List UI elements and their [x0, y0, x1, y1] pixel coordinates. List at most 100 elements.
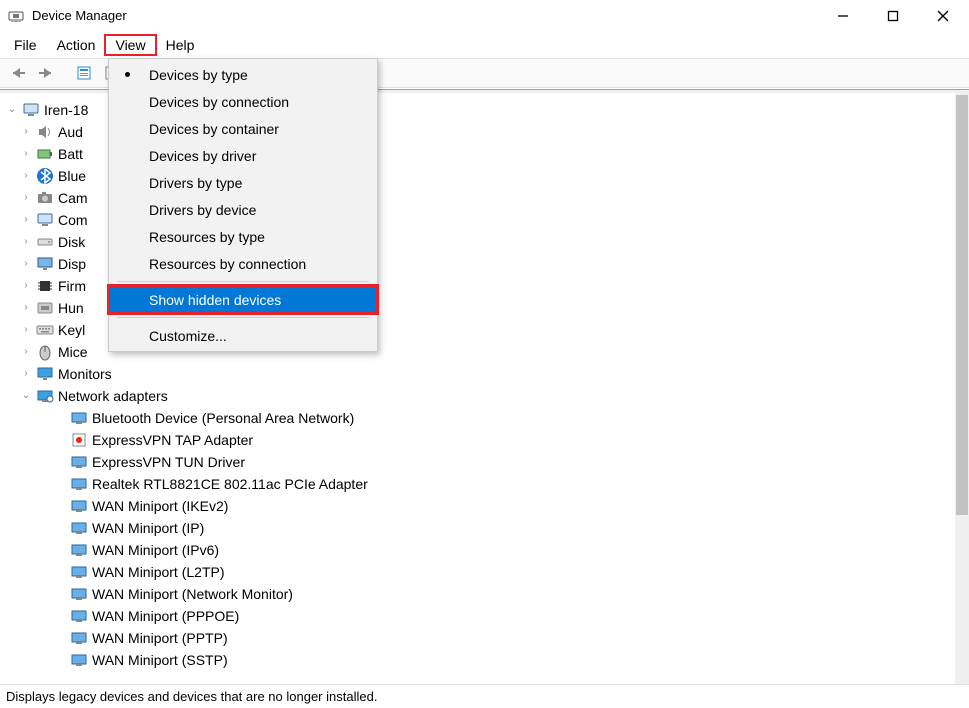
expander-icon[interactable]: ›	[18, 319, 34, 341]
minimize-button[interactable]	[829, 2, 857, 30]
tree-device[interactable]: ExpressVPN TAP Adapter	[52, 429, 965, 451]
menu-bar: File Action View Help	[0, 32, 969, 58]
display-icon	[36, 255, 54, 273]
scrollbar-thumb[interactable]	[956, 95, 968, 515]
tree-category-label: Hun	[58, 297, 84, 319]
computer-icon	[36, 211, 54, 229]
tree-category-label: Com	[58, 209, 88, 231]
expander-icon[interactable]: ›	[18, 275, 34, 297]
tree-device-label: WAN Miniport (PPPOE)	[92, 605, 239, 627]
view-menu-item[interactable]: Devices by type	[109, 61, 377, 88]
menu-separator	[117, 317, 369, 318]
expander-icon[interactable]: ⌄	[4, 99, 20, 121]
hid-icon	[36, 299, 54, 317]
expander-icon[interactable]: ›	[18, 363, 34, 385]
tree-device[interactable]: WAN Miniport (PPPOE)	[52, 605, 965, 627]
expander-icon[interactable]: ›	[18, 231, 34, 253]
tree-device[interactable]: WAN Miniport (IKEv2)	[52, 495, 965, 517]
tree-device-label: ExpressVPN TUN Driver	[92, 451, 245, 473]
tree-device[interactable]: WAN Miniport (IPv6)	[52, 539, 965, 561]
tree-device[interactable]: WAN Miniport (L2TP)	[52, 561, 965, 583]
expander-icon[interactable]: ›	[18, 143, 34, 165]
window-controls	[829, 2, 957, 30]
tree-category-label: Firm	[58, 275, 86, 297]
netadapter-icon	[70, 409, 88, 427]
expander-icon[interactable]: ›	[18, 209, 34, 231]
tree-device[interactable]: WAN Miniport (IP)	[52, 517, 965, 539]
netadapter-icon	[70, 563, 88, 581]
expander-icon[interactable]: ›	[18, 187, 34, 209]
view-menu-item-label: Drivers by device	[149, 202, 256, 218]
tree-device-label: WAN Miniport (Network Monitor)	[92, 583, 293, 605]
maximize-button[interactable]	[879, 2, 907, 30]
tree-category-label: Disp	[58, 253, 86, 275]
tree-device-label: WAN Miniport (L2TP)	[92, 561, 225, 583]
vertical-scrollbar[interactable]	[955, 93, 969, 703]
tree-device-label: WAN Miniport (SSTP)	[92, 649, 228, 671]
tree-device[interactable]: WAN Miniport (Network Monitor)	[52, 583, 965, 605]
expander-icon[interactable]: ›	[18, 121, 34, 143]
tree-category-label: Network adapters	[58, 385, 168, 407]
tree-device[interactable]: Bluetooth Device (Personal Area Network)	[52, 407, 965, 429]
tree-category-label: Mice	[58, 341, 88, 363]
expander-icon[interactable]: ›	[18, 297, 34, 319]
expander-icon[interactable]: ⌄	[18, 385, 34, 407]
view-menu-item[interactable]: Resources by connection	[109, 250, 377, 277]
view-menu-item[interactable]: Drivers by type	[109, 169, 377, 196]
app-icon	[8, 8, 24, 24]
tree-root-label: Iren-18	[44, 99, 88, 121]
tree-device-label: WAN Miniport (IKEv2)	[92, 495, 228, 517]
keyboard-icon	[36, 321, 54, 339]
expander-icon[interactable]: ›	[18, 165, 34, 187]
netadapter-icon	[70, 651, 88, 669]
menu-action[interactable]: Action	[47, 35, 106, 55]
tree-device[interactable]: ExpressVPN TUN Driver	[52, 451, 965, 473]
back-button[interactable]	[6, 61, 30, 85]
title-bar: Device Manager	[0, 0, 969, 32]
tree-device[interactable]: WAN Miniport (PPTP)	[52, 627, 965, 649]
menu-view[interactable]: View	[105, 35, 155, 55]
battery-icon	[36, 145, 54, 163]
view-menu-item[interactable]: Devices by driver	[109, 142, 377, 169]
tree-device[interactable]: WAN Miniport (SSTP)	[52, 649, 965, 671]
netadapter-icon	[70, 519, 88, 537]
view-menu-item-label: Resources by connection	[149, 256, 306, 272]
view-menu-item[interactable]: Devices by container	[109, 115, 377, 142]
properties-button[interactable]	[72, 61, 96, 85]
tree-category-label: Disk	[58, 231, 85, 253]
tree-category-label: Monitors	[58, 363, 112, 385]
netadapter-icon	[70, 629, 88, 647]
bluetooth-icon	[36, 167, 54, 185]
tree-category[interactable]: ⌄ Network adapters	[18, 385, 965, 407]
netadapter-icon	[70, 585, 88, 603]
view-menu-item-label: Devices by connection	[149, 94, 289, 110]
view-menu-item[interactable]: Drivers by device	[109, 196, 377, 223]
tree-device-label: Bluetooth Device (Personal Area Network)	[92, 407, 354, 429]
tree-category-label: Keyl	[58, 319, 85, 341]
mouse-icon	[36, 343, 54, 361]
expander-icon[interactable]: ›	[18, 341, 34, 363]
view-menu-item-label: Resources by type	[149, 229, 265, 245]
window-title: Device Manager	[32, 8, 829, 23]
computer-icon	[22, 101, 40, 119]
view-menu-item[interactable]: Resources by type	[109, 223, 377, 250]
menu-separator	[117, 281, 369, 282]
view-menu-item-label: Drivers by type	[149, 175, 242, 191]
tree-category-label: Batt	[58, 143, 83, 165]
close-button[interactable]	[929, 2, 957, 30]
netadapter-icon	[70, 453, 88, 471]
view-menu-item[interactable]: Devices by connection	[109, 88, 377, 115]
tree-device[interactable]: Realtek RTL8821CE 802.11ac PCIe Adapter	[52, 473, 965, 495]
tree-category-label: Blue	[58, 165, 86, 187]
view-menu-item[interactable]: Customize...	[109, 322, 377, 349]
menu-help[interactable]: Help	[156, 35, 205, 55]
expander-icon[interactable]: ›	[18, 253, 34, 275]
view-menu-item[interactable]: Show hidden devices	[109, 286, 377, 313]
tree-device-label: WAN Miniport (IPv6)	[92, 539, 219, 561]
netadapter-icon	[70, 607, 88, 625]
menu-file[interactable]: File	[4, 35, 47, 55]
forward-button[interactable]	[34, 61, 58, 85]
tree-device-label: WAN Miniport (IP)	[92, 517, 204, 539]
tree-category[interactable]: › Monitors	[18, 363, 965, 385]
view-menu-item-label: Devices by container	[149, 121, 279, 137]
